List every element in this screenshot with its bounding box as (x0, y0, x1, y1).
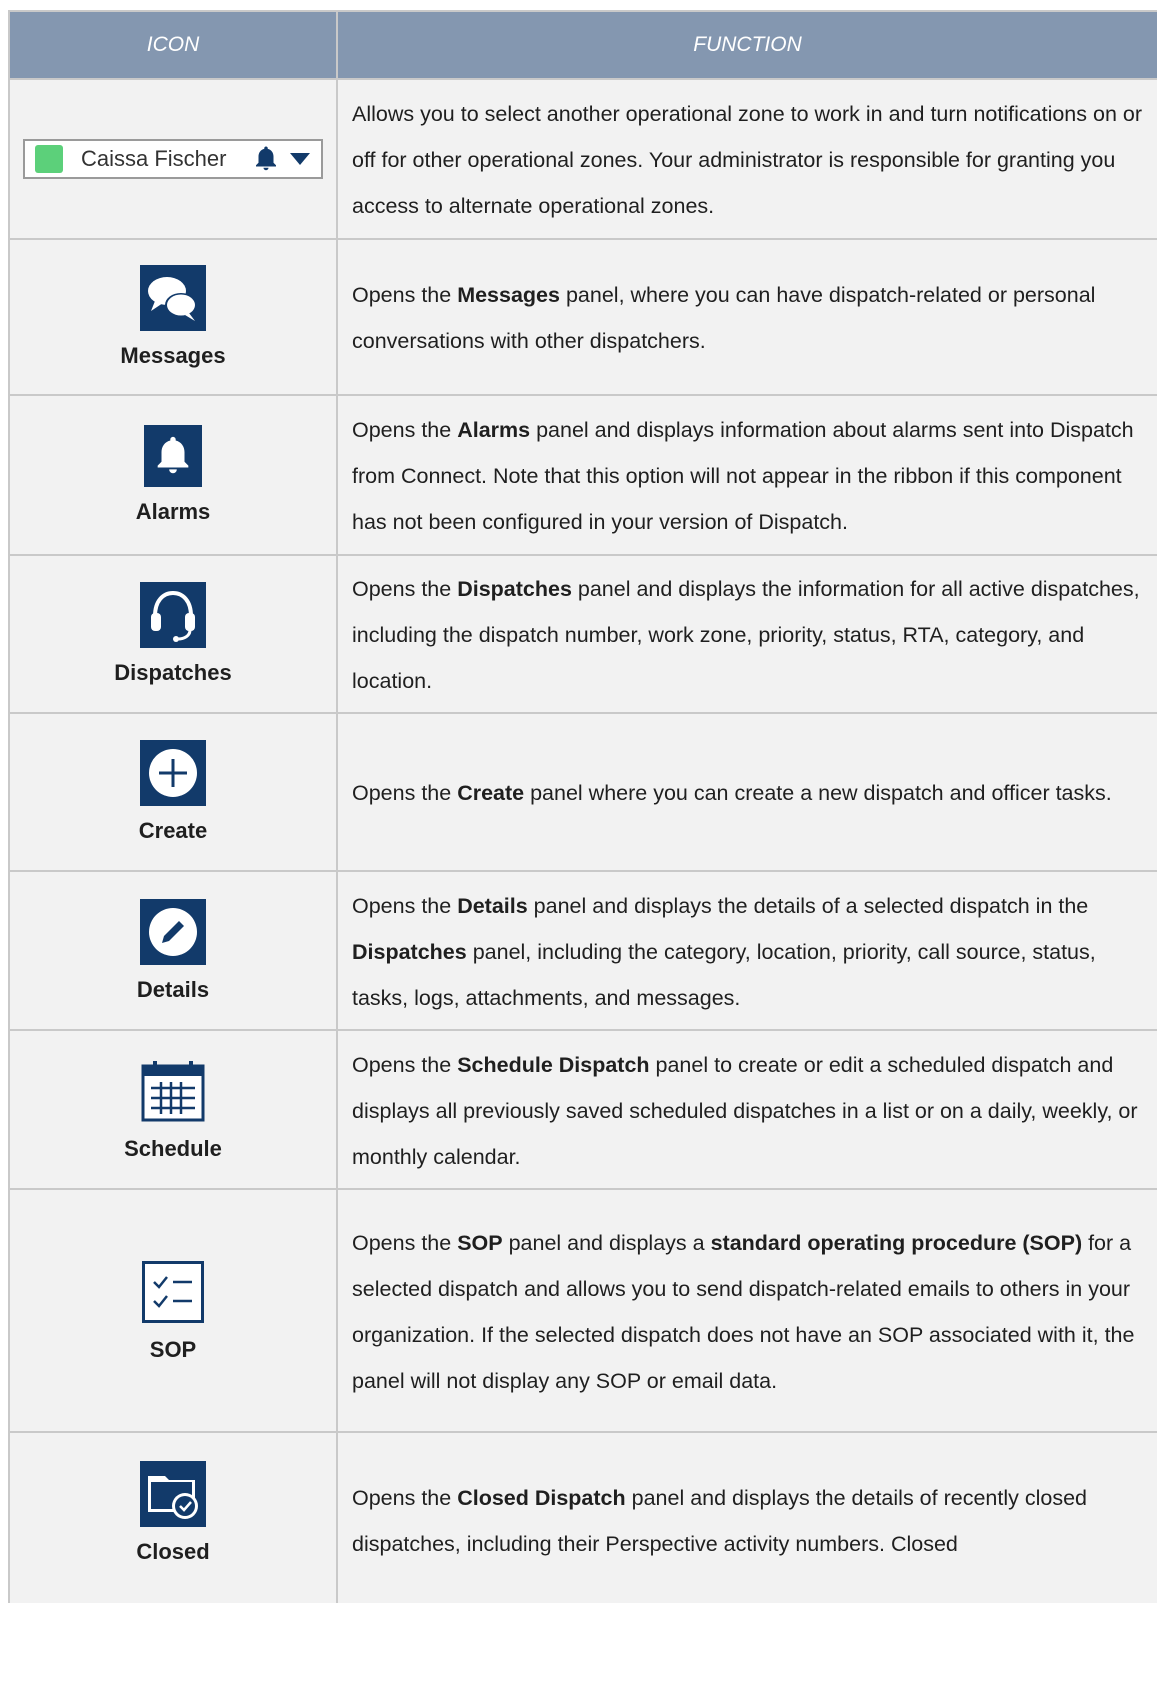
function-text: Opens the Messages panel, where you can … (338, 240, 1157, 394)
pencil-icon (140, 898, 206, 965)
icon-cell: Caissa Fischer (8, 80, 338, 238)
function-description: Opens the Dispatches panel and displays … (352, 566, 1143, 704)
zone-color-swatch (35, 145, 63, 173)
zone-selector[interactable]: Caissa Fischer (23, 139, 323, 179)
function-text: Opens the Details panel and displays the… (338, 872, 1157, 1029)
bold-term: Dispatches (352, 939, 467, 964)
icon-column-header: ICON (8, 12, 338, 78)
text-run: Opens the (352, 1486, 458, 1510)
bold-term: Closed Dispatch (457, 1486, 626, 1510)
alarms-icon (144, 425, 202, 487)
icon-cell: Dispatches (8, 556, 338, 712)
function-description: Opens the Create panel where you can cre… (352, 770, 1112, 816)
bold-term: Alarms (457, 418, 531, 442)
text-run: panel and displays the details of a sele… (527, 893, 1089, 918)
function-description: Opens the SOP panel and displays a stand… (352, 1220, 1143, 1404)
table-row: Create Opens the Create panel where you … (8, 714, 1157, 872)
function-column-header: FUNCTION (693, 33, 802, 56)
icon-label: Messages (120, 343, 226, 368)
table-row: Messages Opens the Messages panel, where… (8, 240, 1157, 396)
text-run: Opens the (352, 1230, 458, 1255)
table-row: Dispatches Opens the Dispatches panel an… (8, 556, 1157, 714)
icon-label: Alarms (135, 499, 211, 524)
text-run: Opens the (352, 1052, 458, 1077)
icon-cell: Schedule (8, 1031, 338, 1188)
bold-term: standard operating procedure (SOP) (710, 1230, 1083, 1255)
icon-label: SOP (149, 1336, 197, 1362)
table-row: Schedule Opens the Schedule Dispatch pan… (8, 1031, 1157, 1190)
icon-label: Closed (136, 1539, 210, 1564)
function-text: Opens the SOP panel and displays a stand… (338, 1190, 1157, 1431)
function-description: Opens the Alarms panel and displays info… (352, 407, 1143, 545)
create-icon (140, 740, 206, 806)
text-run: panel where you can create a new dispatc… (524, 781, 1112, 805)
function-description: Opens the Schedule Dispatch panel to cre… (352, 1042, 1143, 1180)
table-row: Caissa Fischer Allows you to select anot… (8, 80, 1157, 240)
text-run: panel and displays a (502, 1230, 711, 1255)
table-row: Details Opens the Details panel and disp… (8, 872, 1157, 1031)
function-description: Opens the Details panel and displays the… (352, 883, 1143, 1021)
table-header: ICON FUNCTION (8, 12, 1157, 80)
icon-cell: Alarms (8, 396, 338, 554)
function-description: Opens the Messages panel, where you can … (352, 272, 1143, 364)
icon-cell: Create (8, 714, 338, 870)
bold-term: Details (457, 893, 528, 918)
table-row: Closed Opens the Closed Dispatch panel a… (8, 1433, 1157, 1603)
bold-term: Dispatches (457, 577, 572, 601)
messages-icon (140, 265, 206, 331)
icon-label: Create (138, 818, 208, 843)
table-row: Alarms Opens the Alarms panel and displa… (8, 396, 1157, 556)
icon-cell: Closed (8, 1433, 338, 1603)
function-text: Opens the Closed Dispatch panel and disp… (338, 1433, 1157, 1603)
bold-term: Messages (457, 283, 560, 307)
table-row: SOP Opens the SOP panel and displays a s… (8, 1190, 1157, 1433)
function-text: Opens the Dispatches panel and displays … (338, 556, 1157, 712)
bold-term: Schedule Dispatch (457, 1052, 650, 1077)
function-text: Allows you to select another operational… (338, 80, 1157, 238)
icon-label: Dispatches (114, 660, 232, 685)
text-run: Opens the (352, 781, 458, 805)
function-text: Opens the Create panel where you can cre… (338, 714, 1157, 870)
text-run: Opens the (352, 893, 458, 918)
bell-icon[interactable] (251, 144, 281, 174)
text-run: Opens the (352, 418, 458, 442)
function-description: Allows you to select another operational… (352, 91, 1143, 229)
closed-folder-icon (140, 1461, 206, 1527)
icon-label: Schedule (124, 1135, 222, 1161)
icon-function-table: ICON FUNCTION Caissa Fischer Allows you … (8, 10, 1157, 1603)
icon-cell: Messages (8, 240, 338, 394)
function-text: Opens the Alarms panel and displays info… (338, 396, 1157, 554)
icon-label: Details (136, 976, 210, 1002)
text-run: Allows you to select another operational… (352, 102, 1142, 218)
zone-name: Caissa Fischer (81, 146, 227, 171)
bold-term: Create (457, 781, 525, 805)
text-run: Opens the (352, 283, 458, 307)
text-run: Opens the (352, 577, 458, 601)
calendar-icon (140, 1058, 206, 1124)
chevron-down-icon[interactable] (289, 152, 311, 166)
function-description: Opens the Closed Dispatch panel and disp… (352, 1475, 1143, 1567)
icon-cell: SOP (8, 1190, 338, 1431)
checklist-icon (140, 1259, 206, 1325)
icon-cell: Details (8, 872, 338, 1029)
function-text: Opens the Schedule Dispatch panel to cre… (338, 1031, 1157, 1188)
headset-icon (140, 582, 206, 648)
bold-term: SOP (457, 1230, 503, 1255)
